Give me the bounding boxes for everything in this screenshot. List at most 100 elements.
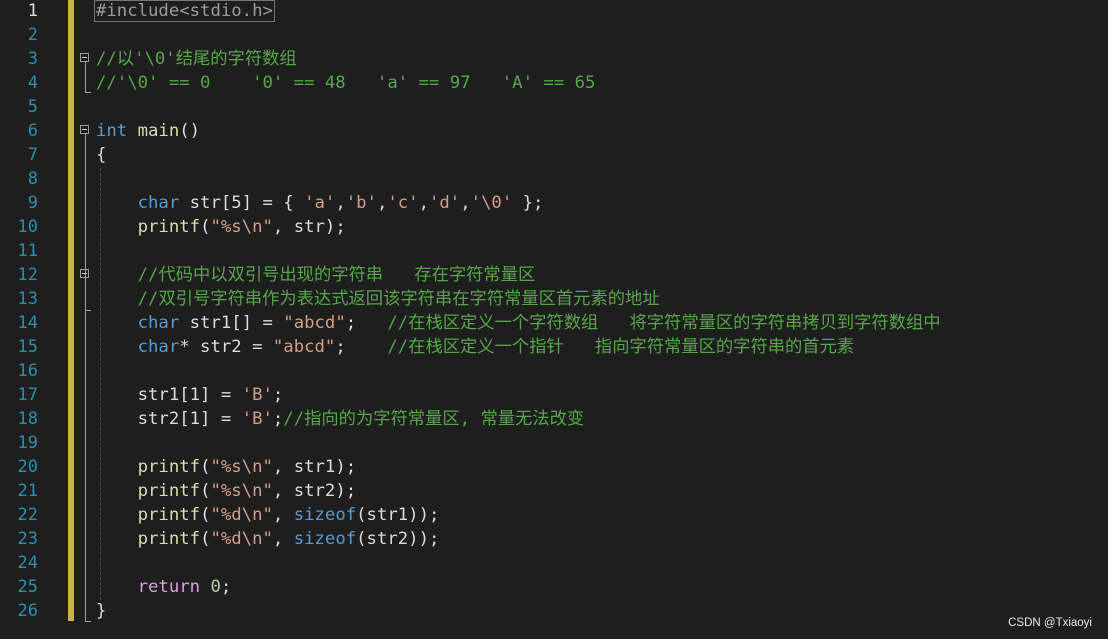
code-line[interactable]: printf("%s\n", str1); — [96, 455, 357, 479]
code-token: "abcd" — [283, 313, 346, 333]
code-token: 'd' — [428, 193, 461, 213]
code-token: "%d\n" — [210, 529, 273, 549]
line-number: 1 — [27, 1, 38, 21]
line-number: 5 — [27, 97, 38, 117]
code-line[interactable]: char str[5] = { 'a','b','c','d','\0' }; — [96, 191, 544, 215]
line-number: 16 — [17, 361, 38, 381]
code-token: //以'\0'结尾的字符数组 — [96, 49, 297, 69]
code-token: '\0' — [470, 193, 513, 213]
code-token: ( — [200, 217, 211, 237]
code-line[interactable]: //以'\0'结尾的字符数组 — [96, 47, 297, 71]
code-token: ( — [200, 457, 211, 477]
code-line[interactable]: #include<stdio.h> — [94, 0, 275, 23]
code-token: ( — [200, 481, 211, 501]
collapse-icon[interactable] — [80, 269, 89, 278]
line-number: 9 — [27, 193, 38, 213]
code-token: 'B' — [241, 409, 273, 429]
code-line[interactable]: //'\0' == 0 '0' == 48 'a' == 97 'A' == 6… — [96, 71, 595, 95]
code-token: //指向的为字符常量区, 常量无法改变 — [283, 409, 585, 429]
code-token: char — [137, 313, 180, 333]
code-token: , — [272, 529, 294, 549]
code-token: "%s\n" — [210, 457, 273, 477]
code-token: ; — [335, 337, 388, 357]
code-token: "%s\n" — [210, 217, 273, 237]
code-line[interactable]: { — [96, 143, 106, 167]
code-line[interactable]: printf("%d\n", sizeof(str2)); — [96, 527, 440, 551]
code-line[interactable]: char str1[] = "abcd"; //在栈区定义一个字符数组 将字符常… — [96, 311, 941, 335]
code-line[interactable]: char* str2 = "abcd"; //在栈区定义一个指针 指向字符常量区… — [96, 335, 855, 359]
code-line[interactable]: int main() — [96, 119, 200, 143]
code-token: ( — [200, 505, 211, 525]
code-token: } — [96, 601, 107, 621]
code-token: printf — [137, 529, 201, 549]
code-token: , — [460, 193, 471, 213]
code-line[interactable]: //双引号字符串作为表达式返回该字符串在字符常量区首元素的地址 — [96, 287, 660, 311]
code-token: (str2)); — [356, 529, 440, 549]
code-token: , str); — [272, 217, 346, 237]
code-token: 'B' — [241, 385, 273, 405]
code-token: ( — [200, 529, 211, 549]
collapse-icon[interactable] — [80, 125, 89, 134]
code-line[interactable]: str1[1] = 'B'; — [96, 383, 284, 407]
collapse-icon[interactable] — [80, 53, 89, 62]
code-line[interactable]: printf("%s\n", str); — [96, 215, 346, 239]
code-token: str1[1] = — [96, 385, 242, 405]
code-token: str1[] = — [179, 313, 284, 333]
code-token: ; — [272, 409, 284, 429]
code-token: ; — [272, 385, 284, 405]
line-number: 18 — [17, 409, 38, 429]
code-token: "%s\n" — [210, 481, 273, 501]
code-token: sizeof — [293, 529, 357, 549]
code-token: * str2 = — [179, 337, 273, 357]
code-token: { — [96, 145, 107, 165]
line-number: 24 — [17, 553, 38, 573]
code-line[interactable]: //代码中以双引号出现的字符串 存在字符常量区 — [96, 263, 536, 287]
code-token: , str2); — [272, 481, 357, 501]
code-token: printf — [137, 457, 201, 477]
code-token: //'\0' == 0 '0' == 48 'a' == 97 'A' == 6… — [96, 73, 596, 93]
code-line[interactable]: printf("%s\n", str2); — [96, 479, 357, 503]
code-token: //在栈区定义一个字符数组 将字符常量区的字符串拷贝到字符数组中 — [387, 313, 941, 333]
code-token: () — [179, 121, 201, 141]
code-token: str[5] = { — [179, 193, 305, 213]
line-number: 17 — [17, 385, 38, 405]
code-token: 'b' — [345, 193, 377, 213]
line-number: 19 — [17, 433, 38, 453]
code-token: str2[1] = — [96, 409, 242, 429]
line-number: 4 — [27, 73, 38, 93]
code-token: int — [96, 121, 128, 141]
code-token: char — [137, 193, 180, 213]
code-token: //在栈区定义一个指针 指向字符常量区的字符串的首元素 — [387, 337, 855, 357]
code-token: , — [376, 193, 388, 213]
code-line[interactable]: } — [96, 599, 106, 623]
code-token: , str1); — [272, 457, 357, 477]
code-token: 'c' — [387, 193, 419, 213]
code-line[interactable]: return 0; — [96, 575, 232, 599]
line-number: 14 — [17, 313, 38, 333]
line-number: 3 — [27, 49, 38, 69]
code-token: ; — [220, 577, 232, 597]
code-token: return — [137, 577, 201, 597]
line-number: 2 — [27, 25, 38, 45]
code-token: main — [137, 121, 180, 141]
watermark: CSDN @Txiaoyi — [1008, 617, 1092, 629]
line-number: 11 — [17, 241, 38, 261]
code-token: , — [418, 193, 429, 213]
code-token: 0 — [210, 577, 221, 597]
line-number-gutter: 1 2 3 4 5 6 7 8 9 10 11 12 13 14 15 16 17 18 19 20 21 22 23 24 2… — [0, 0, 66, 639]
line-number: 25 — [17, 577, 38, 597]
line-number: 21 — [17, 481, 38, 501]
code-line[interactable]: str2[1] = 'B';//指向的为字符常量区, 常量无法改变 — [96, 407, 585, 431]
code-token: "%d\n" — [210, 505, 273, 525]
code-line[interactable]: printf("%d\n", sizeof(str1)); — [96, 503, 440, 527]
